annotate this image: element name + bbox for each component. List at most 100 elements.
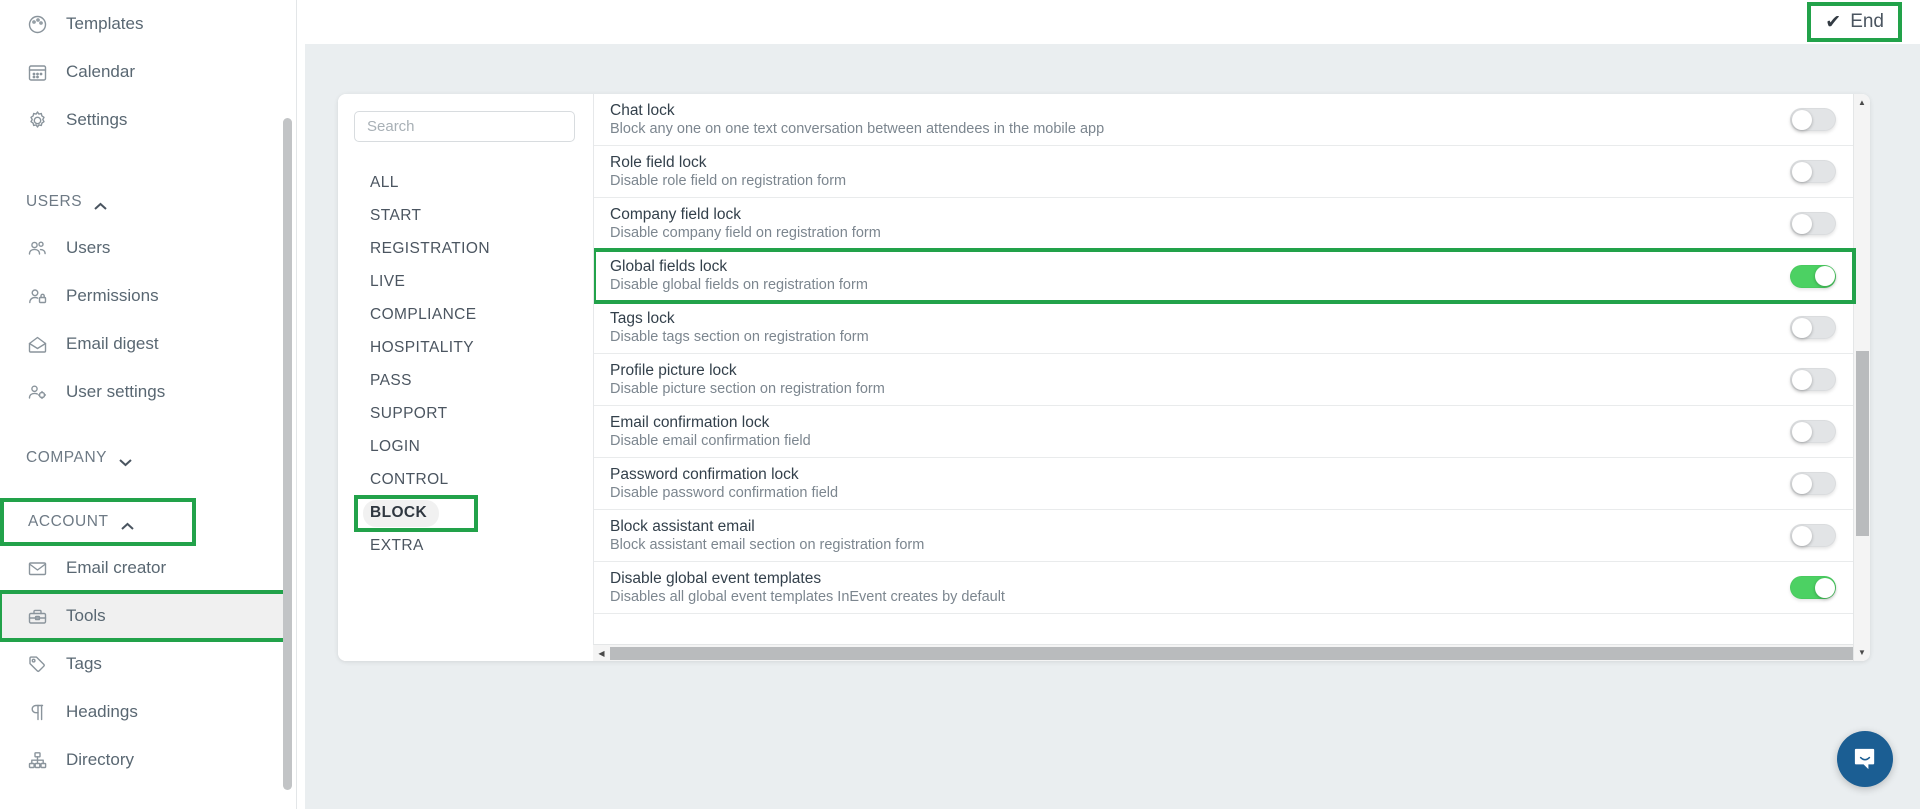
scroll-down-arrow-icon[interactable]: ▼	[1854, 644, 1870, 661]
scroll-left-arrow-icon[interactable]: ◀	[593, 649, 610, 658]
settings-row-toggle[interactable]	[1790, 160, 1836, 183]
settings-row-toggle[interactable]	[1790, 576, 1836, 599]
settings-row-text: Password confirmation lock Disable passwo…	[610, 466, 1790, 502]
category-item-all[interactable]: ALL	[338, 167, 593, 200]
category-item-control[interactable]: CONTROL	[338, 464, 593, 497]
settings-row-toggle[interactable]	[1790, 420, 1836, 443]
end-button[interactable]: ✔ End	[1807, 2, 1902, 42]
settings-row[interactable]: Profile picture lock Disable picture sect…	[594, 354, 1854, 406]
settings-row[interactable]: Password confirmation lock Disable passwo…	[594, 458, 1854, 510]
sidebar-item-user-settings[interactable]: User settings	[0, 368, 296, 416]
sidebar-users-group: Users Permissions Email digest User setting…	[0, 224, 296, 416]
settings-row[interactable]: Tags lock Disable tags section on registr…	[594, 302, 1854, 354]
settings-row-title: Disable global event templates	[610, 569, 822, 587]
settings-row-title: Password confirmation lock	[610, 465, 799, 483]
settings-row-text: Global fields lock Disable global fields …	[610, 258, 1790, 294]
category-item-pass[interactable]: PASS	[338, 365, 593, 398]
horizontal-scrollbar-thumb[interactable]	[610, 646, 1853, 660]
category-item-label: ALL	[370, 174, 399, 191]
settings-row-text: Chat lock Block any one on one text conve…	[610, 102, 1790, 138]
category-item-registration[interactable]: REGISTRATION	[338, 233, 593, 266]
toggle-knob	[1791, 213, 1812, 234]
category-item-live[interactable]: LIVE	[338, 266, 593, 299]
settings-horizontal-scrollbar[interactable]: ◀	[593, 644, 1853, 661]
settings-row-description: Disable company field on registration fo…	[610, 224, 881, 241]
sidebar-item-label: Tags	[66, 654, 102, 673]
sidebar-item-tools[interactable]: Tools	[0, 590, 288, 642]
intercom-chat-button[interactable]	[1837, 731, 1893, 787]
sidebar-item-email-digest[interactable]: Email digest	[0, 320, 296, 368]
vertical-scrollbar-thumb[interactable]	[1856, 351, 1869, 536]
sidebar-item-email-creator[interactable]: Email creator	[0, 544, 296, 592]
user-lock-icon	[26, 285, 48, 307]
settings-row-toggle[interactable]	[1790, 368, 1836, 391]
sidebar-section-company[interactable]: COMPANY	[0, 436, 296, 480]
settings-row-title: Block assistant email	[610, 517, 755, 535]
category-item-extra[interactable]: EXTRA	[338, 530, 593, 563]
sidebar-item-label: User settings	[66, 382, 166, 401]
settings-row[interactable]: Company field lock Disable company field …	[594, 198, 1854, 250]
category-item-label: LOGIN	[370, 438, 421, 455]
category-item-login[interactable]: LOGIN	[338, 431, 593, 464]
settings-row[interactable]: Role field lock Disable role field on reg…	[594, 146, 1854, 198]
search-input[interactable]	[354, 111, 575, 142]
sidebar-section-company-label: COMPANY	[26, 449, 108, 466]
sidebar-item-settings[interactable]: Settings	[0, 96, 296, 144]
settings-row-toggle[interactable]	[1790, 212, 1836, 235]
settings-row-description: Disable global fields on registration fo…	[610, 277, 868, 293]
settings-row[interactable]: Chat lock Block any one on one text conve…	[594, 94, 1854, 146]
tag-icon	[26, 653, 48, 675]
sidebar-item-directory[interactable]: Directory	[0, 736, 296, 784]
category-item-compliance[interactable]: COMPLIANCE	[338, 299, 593, 332]
settings-row-description: Block assistant email section on registr…	[610, 536, 925, 553]
sidebar-item-label: Headings	[66, 702, 138, 721]
toggle-knob	[1791, 421, 1812, 442]
settings-row-title: Email confirmation lock	[610, 413, 770, 431]
settings-row[interactable]: Disable global event templates Disables a…	[594, 562, 1854, 614]
scroll-up-arrow-icon[interactable]: ▲	[1854, 94, 1870, 111]
users-icon	[26, 237, 48, 259]
category-item-label: SUPPORT	[370, 405, 448, 422]
sidebar-scrollbar[interactable]	[283, 118, 292, 790]
sidebar-item-permissions[interactable]: Permissions	[0, 272, 296, 320]
settings-row-toggle[interactable]	[1790, 524, 1836, 547]
settings-row[interactable]: Email confirmation lock Disable email con…	[594, 406, 1854, 458]
settings-row-text: Profile picture lock Disable picture sect…	[610, 362, 1790, 398]
sidebar-item-label: Tools	[66, 606, 106, 625]
sidebar-item-headings[interactable]: Headings	[0, 688, 296, 736]
settings-row-toggle[interactable]	[1790, 472, 1836, 495]
sidebar-item-label: Permissions	[66, 286, 159, 305]
settings-row[interactable]: Global fields lock Disable global fields …	[594, 248, 1856, 304]
envelope-icon	[26, 557, 48, 579]
toggle-knob	[1791, 525, 1812, 546]
category-item-label: HOSPITALITY	[370, 339, 475, 356]
settings-row-description: Disable email confirmation field	[610, 432, 811, 449]
sidebar-section-account[interactable]: ACCOUNT	[0, 498, 196, 546]
category-item-block[interactable]: BLOCK	[354, 495, 478, 532]
settings-row[interactable]: Block assistant email Block assistant ema…	[594, 510, 1854, 562]
category-item-support[interactable]: SUPPORT	[338, 398, 593, 431]
sidebar-item-users[interactable]: Users	[0, 224, 296, 272]
category-item-label: PASS	[370, 372, 412, 389]
category-item-start[interactable]: START	[338, 200, 593, 233]
settings-row-toggle[interactable]	[1790, 316, 1836, 339]
settings-row-text: Disable global event templates Disables a…	[610, 570, 1790, 606]
settings-row-toggle[interactable]	[1790, 264, 1836, 288]
sidebar-item-calendar[interactable]: Calendar	[0, 48, 296, 96]
sidebar-section-users[interactable]: USERS	[0, 180, 296, 224]
sidebar-section-users-label: USERS	[26, 193, 83, 210]
category-item-hospitality[interactable]: HOSPITALITY	[338, 332, 593, 365]
sidebar-item-tags[interactable]: Tags	[0, 640, 296, 688]
settings-row-description: Disable password confirmation field	[610, 484, 839, 501]
toggle-knob	[1814, 577, 1835, 598]
toggle-knob	[1791, 369, 1812, 390]
sidebar-item-label: Email creator	[66, 558, 167, 577]
category-item-label: LIVE	[370, 273, 406, 290]
settings-row-toggle[interactable]	[1790, 108, 1836, 131]
settings-row-text: Email confirmation lock Disable email con…	[610, 414, 1790, 450]
chevron-up-icon	[94, 198, 107, 210]
settings-vertical-scrollbar[interactable]: ▲ ▼	[1853, 94, 1870, 661]
sidebar-item-templates[interactable]: Templates	[0, 0, 296, 48]
